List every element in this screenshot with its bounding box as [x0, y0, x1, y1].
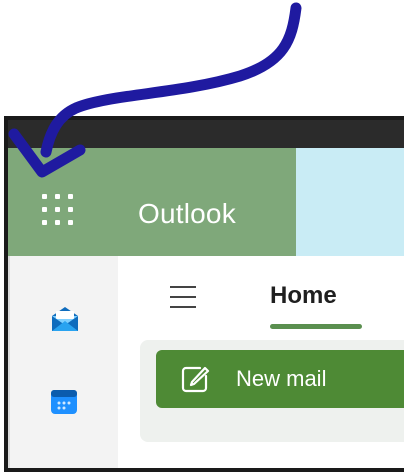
main-content: Home New mail — [118, 256, 404, 468]
new-mail-label: New mail — [236, 366, 327, 391]
hamburger-menu-icon[interactable] — [170, 286, 196, 316]
left-rail — [8, 256, 118, 468]
compose-edit-icon — [178, 362, 212, 401]
app-title: Outlook — [138, 198, 236, 229]
title-bar: Outlook — [8, 148, 404, 256]
tab-home[interactable]: Home — [270, 282, 337, 310]
tab-home-selected-indicator — [270, 324, 362, 329]
window-top-strip — [8, 120, 404, 148]
new-mail-button[interactable]: New mail — [156, 350, 404, 408]
title-bar-search-area — [296, 148, 404, 256]
app-window: Outlook Home New mail — [4, 116, 404, 472]
waffle-grid-icon[interactable] — [42, 194, 76, 228]
calendar-icon[interactable] — [50, 388, 78, 421]
mail-envelope-icon[interactable] — [48, 304, 82, 339]
rail-separator — [8, 256, 10, 468]
